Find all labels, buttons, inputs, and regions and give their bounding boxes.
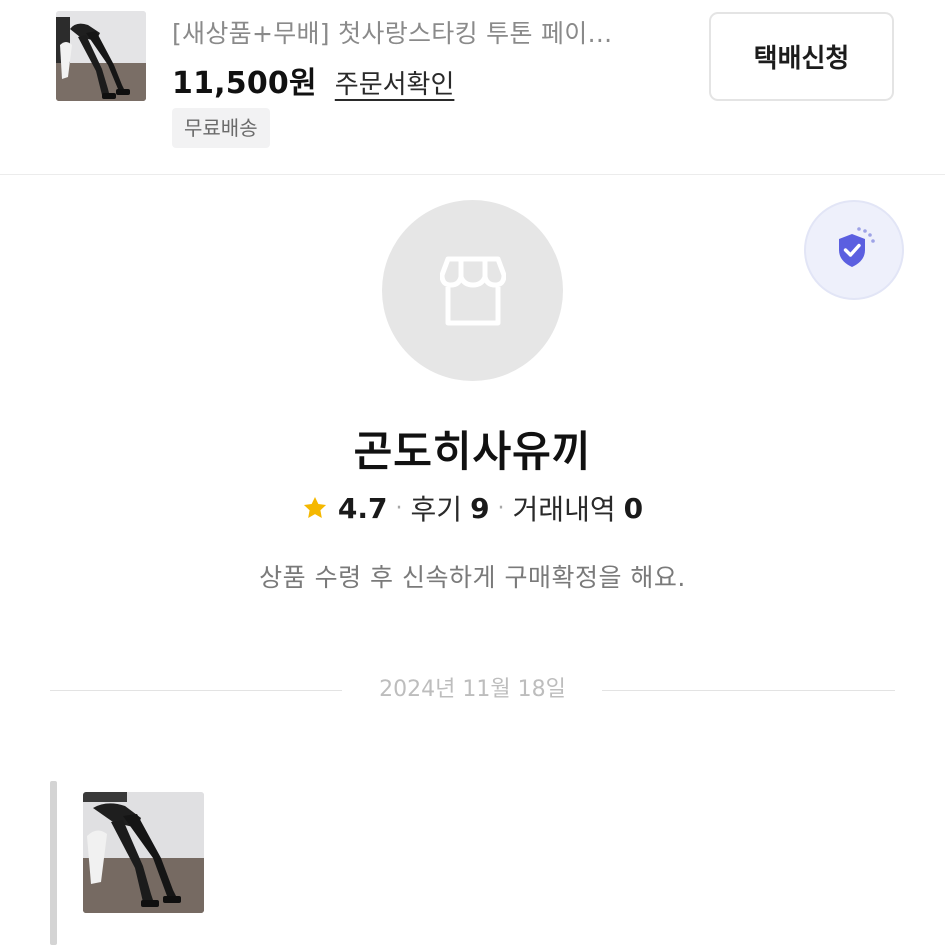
trade-history-label[interactable]: 거래내역 (513, 488, 616, 528)
date-divider: 2024년 11월 18일 (50, 674, 895, 706)
delivery-request-button[interactable]: 택배신청 (709, 12, 894, 101)
order-confirm-link[interactable]: 주문서확인 (335, 64, 455, 101)
shield-check-icon (839, 227, 875, 267)
stat-separator: · (497, 495, 505, 521)
product-thumbnail[interactable] (56, 11, 146, 101)
price-row: 11,500원 주문서확인 (172, 58, 454, 102)
trade-count: 0 (623, 491, 644, 525)
stocking-photo-icon (83, 792, 204, 913)
product-title: [새상품+무배] 첫사랑스타킹 투톤 페이... (172, 19, 613, 48)
safe-trade-shield-button[interactable] (804, 200, 904, 300)
product-summary[interactable]: [새상품+무배] 첫사랑스타킹 투톤 페이... 11,500원 주문서확인 무… (0, 0, 945, 175)
divider-line (602, 690, 895, 691)
shop-stats: 4.7 · 후기 9 · 거래내역 0 (0, 488, 945, 528)
shop-avatar[interactable] (382, 200, 563, 381)
shop-name: 곤도히사유끼 (353, 427, 592, 476)
shop-description: 상품 수령 후 신속하게 구매확정을 해요. (259, 563, 686, 592)
message-image[interactable] (83, 792, 204, 913)
rating-value: 4.7 (337, 491, 388, 525)
store-icon (439, 256, 506, 325)
product-price: 11,500원 (172, 66, 317, 101)
star-icon (303, 496, 326, 518)
chat-screen: [새상품+무배] 첫사랑스타킹 투톤 페이... 11,500원 주문서확인 무… (0, 0, 945, 945)
message-accent-bar (50, 781, 57, 945)
review-count: 9 (470, 491, 490, 525)
review-label[interactable]: 후기 (411, 488, 463, 528)
stat-separator: · (395, 495, 403, 521)
stocking-photo-icon (56, 11, 146, 101)
free-shipping-badge: 무료배송 (172, 108, 270, 148)
